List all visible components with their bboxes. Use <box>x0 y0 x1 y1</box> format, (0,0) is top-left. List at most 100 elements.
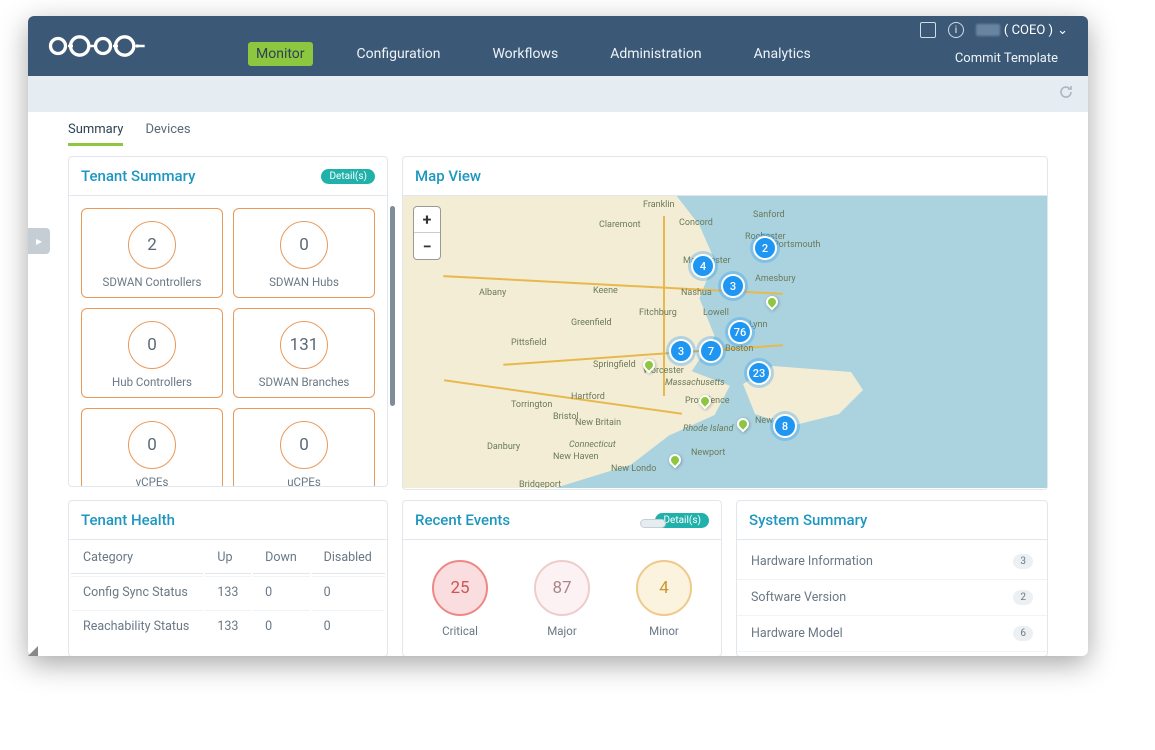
map-cluster-marker[interactable]: 4 <box>691 254 715 278</box>
map-cluster-marker[interactable]: 2 <box>753 236 777 260</box>
tab-devices[interactable]: Devices <box>145 122 190 146</box>
map-city-label: Rhode Island <box>683 424 733 434</box>
tenant-dropdown[interactable]: ( COEO ) ⌄ <box>976 23 1068 38</box>
summary-value: 0 <box>280 221 328 269</box>
scrollbar[interactable] <box>390 206 395 406</box>
summary-box[interactable]: 0 SDWAN Hubs <box>233 208 375 298</box>
map-city-label: Greenfield <box>571 318 612 328</box>
event-stat[interactable]: 25Critical <box>432 560 488 638</box>
system-summary-row[interactable]: Software Version 2 <box>737 580 1047 616</box>
resize-handle-icon <box>28 642 42 656</box>
event-label: Critical <box>432 624 488 638</box>
event-count: 4 <box>636 560 692 616</box>
view-tabs: Summary Devices <box>28 112 1088 146</box>
map-city-label: Massachusetts <box>665 378 725 388</box>
main-nav: Monitor Configuration Workflows Administrat… <box>248 42 819 66</box>
ss-label: Hardware Information <box>751 554 873 569</box>
map-city-label: Connecticut <box>569 440 616 450</box>
brand-logo <box>48 34 148 58</box>
map-city-label: New Britain <box>575 418 621 428</box>
summary-box[interactable]: 0 vCPEs <box>81 408 223 486</box>
tenant-summary-card: Tenant Summary Detail(s) 2SDWAN Controll… <box>68 156 388 487</box>
map-city-label: Franklin <box>643 200 675 210</box>
ss-label: Software Version <box>751 590 846 605</box>
map-canvas[interactable]: + − FranklinSanfordClaremontConcordRoche… <box>403 196 1047 488</box>
summary-value: 2 <box>128 221 176 269</box>
zoom-out-button[interactable]: − <box>414 233 440 259</box>
summary-value: 131 <box>280 321 328 369</box>
nav-item-monitor[interactable]: Monitor <box>248 42 313 66</box>
map-cluster-marker[interactable]: 3 <box>669 339 693 363</box>
map-cluster-marker[interactable]: 76 <box>728 320 752 344</box>
zoom-in-button[interactable]: + <box>414 207 440 233</box>
event-label: Minor <box>636 624 692 638</box>
map-pin[interactable] <box>667 452 684 469</box>
map-city-label: Amesbury <box>755 274 796 284</box>
map-cluster-marker[interactable]: 7 <box>699 339 723 363</box>
nav-item-analytics[interactable]: Analytics <box>746 42 819 66</box>
pane-splitter[interactable] <box>640 519 666 528</box>
map-city-label: Claremont <box>599 220 641 230</box>
event-stat[interactable]: 4 Minor <box>636 560 692 638</box>
map-cluster-marker[interactable]: 3 <box>721 274 745 298</box>
map-city-label: Newport <box>691 448 725 458</box>
refresh-icon[interactable] <box>1058 84 1074 104</box>
nav-item-administration[interactable]: Administration <box>602 42 709 66</box>
map-city-label: New Haven <box>553 452 598 462</box>
summary-label: uCPEs <box>238 475 370 486</box>
summary-label: SDWAN Branches <box>238 375 370 389</box>
map-city-label: Lowell <box>703 308 729 318</box>
summary-box[interactable]: 2 SDWAN Controllers <box>81 208 223 298</box>
map-pin[interactable] <box>735 416 752 433</box>
map-pin[interactable] <box>764 294 781 311</box>
map-city-label: Bridgeport <box>519 480 561 488</box>
tab-summary[interactable]: Summary <box>68 122 123 146</box>
summary-value: 0 <box>280 421 328 469</box>
summary-label: Hub Controllers <box>86 375 218 389</box>
map-city-label: Boston <box>725 344 753 354</box>
th-col: Disabled <box>312 542 385 574</box>
map-city-label: Danbury <box>487 442 520 452</box>
summary-label: SDWAN Hubs <box>238 275 370 289</box>
collapse-sidebar-icon[interactable]: ▸ <box>28 228 50 254</box>
commit-template-link[interactable]: Commit Template <box>955 51 1058 66</box>
details-badge[interactable]: Detail(s) <box>321 169 375 184</box>
table-row: Reachability Status13300 <box>71 610 385 642</box>
event-stat[interactable]: 87Major <box>534 560 590 638</box>
map-cluster-marker[interactable]: 23 <box>747 361 771 385</box>
summary-box[interactable]: 0Hub Controllers <box>81 308 223 398</box>
ss-count: 2 <box>1013 590 1033 605</box>
map-city-label: Albany <box>479 288 506 298</box>
ss-count: 3 <box>1013 554 1033 569</box>
app-header: Monitor Configuration Workflows Administrat… <box>28 16 1088 76</box>
nav-item-workflows[interactable]: Workflows <box>484 42 566 66</box>
tenant-health-card: Tenant Health CategoryUpDownDisabledConf… <box>68 500 388 656</box>
map-city-label: Concord <box>679 218 713 228</box>
map-city-label: Torrington <box>511 400 552 410</box>
summary-value: 0 <box>128 421 176 469</box>
summary-label: SDWAN Controllers <box>86 275 218 289</box>
system-summary-row[interactable]: Hardware Model6 <box>737 616 1047 652</box>
map-city-label: Springfield <box>593 360 636 370</box>
recent-events-card: Recent Events Detail(s) 25Critical87Majo… <box>402 500 722 656</box>
system-summary-row[interactable]: Hardware Information 3 <box>737 544 1047 580</box>
notes-icon[interactable] <box>920 22 936 38</box>
ss-label: Hardware Model <box>751 626 843 641</box>
summary-label: vCPEs <box>86 475 218 486</box>
map-city-label: Hartford <box>571 392 605 402</box>
card-title: Recent Events <box>415 511 510 529</box>
map-view-card: Map View + − FranklinSanfordClaremontCon… <box>402 156 1048 490</box>
map-city-label: New Londo <box>611 464 656 474</box>
nav-item-configuration[interactable]: Configuration <box>349 42 449 66</box>
map-zoom-controls: + − <box>413 206 441 260</box>
card-title: Map View <box>415 167 481 185</box>
th-col: Up <box>205 542 251 574</box>
map-cluster-marker[interactable]: 8 <box>773 414 797 438</box>
summary-box[interactable]: 131 SDWAN Branches <box>233 308 375 398</box>
card-title: System Summary <box>749 511 867 529</box>
table-row: Config Sync Status13300 <box>71 576 385 608</box>
map-city-label: Keene <box>593 286 618 296</box>
map-city-label: Fitchburg <box>639 308 677 318</box>
summary-box[interactable]: 0 uCPEs <box>233 408 375 486</box>
info-icon[interactable]: i <box>948 22 964 38</box>
